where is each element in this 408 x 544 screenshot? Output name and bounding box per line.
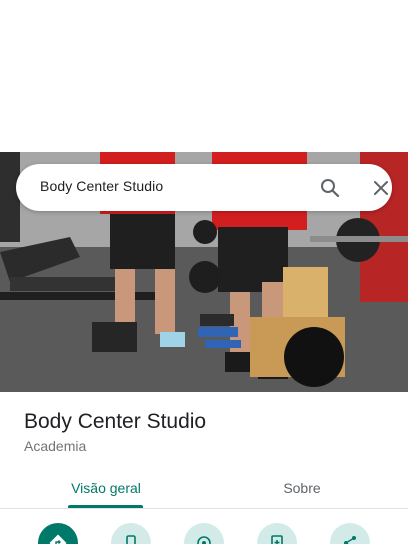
action-buttons-row: [0, 520, 408, 544]
directions-button[interactable]: [38, 523, 78, 544]
tab-overview[interactable]: Visão geral: [0, 468, 212, 508]
save-icon: [271, 535, 283, 544]
active-tab-indicator: [68, 505, 143, 508]
share-icon: [344, 536, 356, 544]
search-query-text[interactable]: Body Center Studio: [40, 178, 163, 194]
place-details-page: Body Center Studio Body Center Studio Ac…: [0, 0, 408, 544]
place-category[interactable]: Academia: [24, 438, 86, 454]
search-icon[interactable]: [318, 176, 342, 200]
location-icon: [197, 536, 211, 544]
save-button[interactable]: [257, 523, 297, 544]
nearby-button[interactable]: [184, 523, 224, 544]
close-icon[interactable]: [369, 176, 393, 200]
place-title: Body Center Studio: [24, 410, 207, 433]
directions-icon: [49, 534, 67, 544]
call-button[interactable]: [111, 523, 151, 544]
tab-about[interactable]: Sobre: [196, 468, 408, 508]
search-bar[interactable]: Body Center Studio: [16, 164, 392, 211]
share-button[interactable]: [330, 523, 370, 544]
phone-icon: [126, 535, 136, 544]
place-tabs: Visão geral Sobre: [0, 468, 408, 509]
